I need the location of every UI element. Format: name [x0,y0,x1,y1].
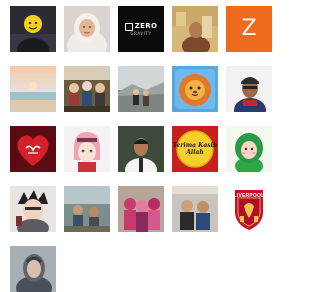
avatar[interactable] [118,126,164,172]
avatar[interactable] [64,66,110,112]
avatar-letter: Z [241,16,257,41]
zero-gravity-logo[interactable]: ZERO GRAVITY [118,6,164,52]
anime-avatar[interactable] [64,126,110,172]
logo-word: ZERO [134,22,158,30]
letter-avatar[interactable]: Z [226,6,272,52]
avatar[interactable] [64,6,110,52]
logo-mark-icon [124,22,133,31]
avatar[interactable] [10,6,56,52]
avatar[interactable] [226,66,272,112]
heart-calligraphy-image[interactable] [10,126,56,172]
logo-subword: GRAVITY [130,30,152,36]
liverpool-fc-crest[interactable]: LIVERPOOL [226,186,272,232]
anime-avatar[interactable] [10,186,56,232]
avatar-grid: ZERO GRAVITY Z Terima Kasih Allah LIVERP… [10,6,272,292]
avatar[interactable] [118,66,164,112]
avatar[interactable] [172,186,218,232]
avatar[interactable] [64,186,110,232]
cartoon-avatar[interactable] [226,126,272,172]
avatar[interactable] [10,246,56,292]
avatar[interactable] [118,186,164,232]
avatar[interactable] [10,66,56,112]
lion-illustration[interactable] [172,66,218,112]
avatar[interactable] [172,6,218,52]
yellow-badge[interactable]: Terima Kasih Allah [172,126,218,172]
